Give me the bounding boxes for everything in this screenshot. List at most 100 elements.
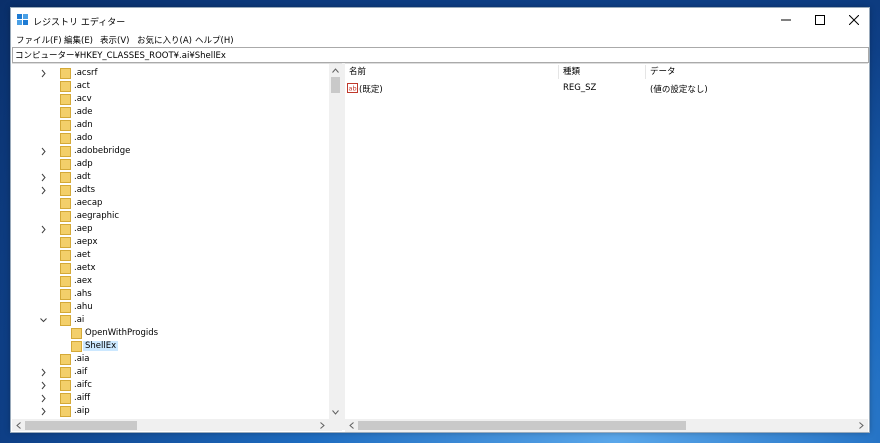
folder-icon: [71, 341, 82, 352]
menu-help[interactable]: ヘルプ(H): [195, 34, 234, 46]
chevron-right-icon[interactable]: [39, 172, 48, 183]
tree-item-label: .aegraphic: [74, 211, 120, 221]
tree-item[interactable]: .adp: [12, 158, 329, 171]
folder-icon: [60, 133, 71, 144]
tree-item-label: .ade: [74, 107, 93, 117]
tree-vertical-scroll-thumb[interactable]: [331, 77, 340, 93]
tree-horizontal-scrollbar[interactable]: [12, 419, 342, 431]
value-list-pane: 名前 種類 データ ab (既定) REG_SZ (値の設定なし): [345, 63, 868, 432]
column-header-name[interactable]: 名前: [345, 65, 558, 79]
folder-icon: [71, 328, 82, 339]
address-bar[interactable]: コンピューター¥HKEY_CLASSES_ROOT¥.ai¥ShellEx: [12, 47, 869, 63]
string-value-icon: ab: [347, 83, 358, 93]
chevron-right-icon[interactable]: [39, 406, 48, 417]
folder-icon: [60, 81, 71, 92]
tree-item[interactable]: .aia: [12, 353, 329, 366]
chevron-right-icon[interactable]: [39, 146, 48, 157]
column-header-data[interactable]: データ: [646, 65, 846, 79]
chevron-right-icon[interactable]: [39, 68, 48, 79]
scroll-left-icon[interactable]: [345, 419, 358, 432]
tree-item-label: .aip: [74, 406, 90, 416]
close-button[interactable]: [837, 8, 871, 32]
value-type: REG_SZ: [563, 83, 597, 93]
folder-icon: [60, 263, 71, 274]
chevron-right-icon[interactable]: [39, 393, 48, 404]
tree-item[interactable]: .ai: [12, 314, 329, 327]
tree-item-label: OpenWithProgids: [85, 328, 159, 338]
tree-item-label: .aia: [74, 354, 90, 364]
tree-item[interactable]: .aep: [12, 223, 329, 236]
scroll-right-icon[interactable]: [316, 419, 329, 431]
tree-item-label: .aiff: [74, 393, 91, 403]
value-row[interactable]: ab (既定) REG_SZ (値の設定なし): [345, 82, 868, 95]
key-tree-pane: .acsrf .act .acv .ade .adn .ado .adobebridge .a…: [12, 63, 342, 431]
title-bar[interactable]: レジストリ エディター: [11, 8, 869, 32]
menu-edit[interactable]: 編集(E): [64, 34, 93, 46]
tree-horizontal-scroll-thumb[interactable]: [25, 421, 137, 430]
chevron-right-icon[interactable]: [39, 367, 48, 378]
maximize-button[interactable]: [803, 8, 837, 32]
menu-view[interactable]: 表示(V): [100, 34, 129, 46]
tree-item[interactable]: .aif: [12, 366, 329, 379]
tree-item[interactable]: .aip: [12, 405, 329, 418]
registry-editor-icon: [17, 14, 28, 25]
chevron-right-icon[interactable]: [39, 380, 48, 391]
chevron-down-icon[interactable]: [39, 315, 48, 326]
tree-item[interactable]: .aex: [12, 275, 329, 288]
tree-item[interactable]: .ahs: [12, 288, 329, 301]
close-icon: [849, 15, 859, 25]
svg-text:ab: ab: [349, 85, 357, 93]
tree-item[interactable]: .ade: [12, 106, 329, 119]
tree-item[interactable]: ShellEx: [12, 340, 329, 353]
tree-item-label: .act: [74, 81, 90, 91]
tree-item[interactable]: .aegraphic: [12, 210, 329, 223]
folder-icon: [60, 315, 71, 326]
tree-item-label: .adts: [74, 185, 96, 195]
column-header-type[interactable]: 種類: [559, 65, 645, 79]
folder-icon: [60, 354, 71, 365]
list-horizontal-scroll-thumb[interactable]: [358, 421, 686, 430]
tree-item[interactable]: .aiff: [12, 392, 329, 405]
tree-item[interactable]: .act: [12, 80, 329, 93]
value-name: (既定): [359, 85, 383, 95]
tree-item[interactable]: .adn: [12, 119, 329, 132]
tree-item[interactable]: .aetx: [12, 262, 329, 275]
menu-file[interactable]: ファイル(F): [16, 34, 62, 46]
folder-icon: [60, 172, 71, 183]
tree-item[interactable]: .ado: [12, 132, 329, 145]
folder-icon: [60, 367, 71, 378]
folder-icon: [60, 68, 71, 79]
chevron-right-icon[interactable]: [39, 185, 48, 196]
tree-item-label: .ado: [74, 133, 93, 143]
tree-item[interactable]: .adt: [12, 171, 329, 184]
tree-item[interactable]: OpenWithProgids: [12, 327, 329, 340]
folder-icon: [60, 159, 71, 170]
scroll-right-icon[interactable]: [855, 419, 868, 432]
list-horizontal-scrollbar[interactable]: [345, 419, 868, 432]
tree-item-label: .ahs: [74, 289, 92, 299]
tree-item[interactable]: .adts: [12, 184, 329, 197]
tree-item[interactable]: .aecap: [12, 197, 329, 210]
tree-vertical-scrollbar[interactable]: [329, 64, 342, 419]
tree-item-label: .adp: [74, 159, 93, 169]
tree-item-label: ShellEx: [83, 341, 119, 351]
tree-item[interactable]: .acsrf: [12, 67, 329, 80]
folder-icon: [60, 250, 71, 261]
menu-favorites[interactable]: お気に入り(A): [137, 34, 192, 46]
chevron-right-icon[interactable]: [39, 224, 48, 235]
tree-item[interactable]: .aet: [12, 249, 329, 262]
minimize-button[interactable]: [769, 8, 803, 32]
value-data: (値の設定なし): [650, 85, 708, 95]
tree-item[interactable]: .ahu: [12, 301, 329, 314]
tree-item-label: .aet: [74, 250, 91, 260]
scroll-down-icon[interactable]: [329, 406, 342, 419]
folder-icon: [60, 380, 71, 391]
folder-icon: [60, 224, 71, 235]
scroll-up-icon[interactable]: [329, 64, 342, 77]
tree-item[interactable]: .acv: [12, 93, 329, 106]
tree-item[interactable]: .aifc: [12, 379, 329, 392]
folder-icon: [60, 120, 71, 131]
scroll-left-icon[interactable]: [12, 419, 25, 431]
tree-item[interactable]: .adobebridge: [12, 145, 329, 158]
tree-item[interactable]: .aepx: [12, 236, 329, 249]
